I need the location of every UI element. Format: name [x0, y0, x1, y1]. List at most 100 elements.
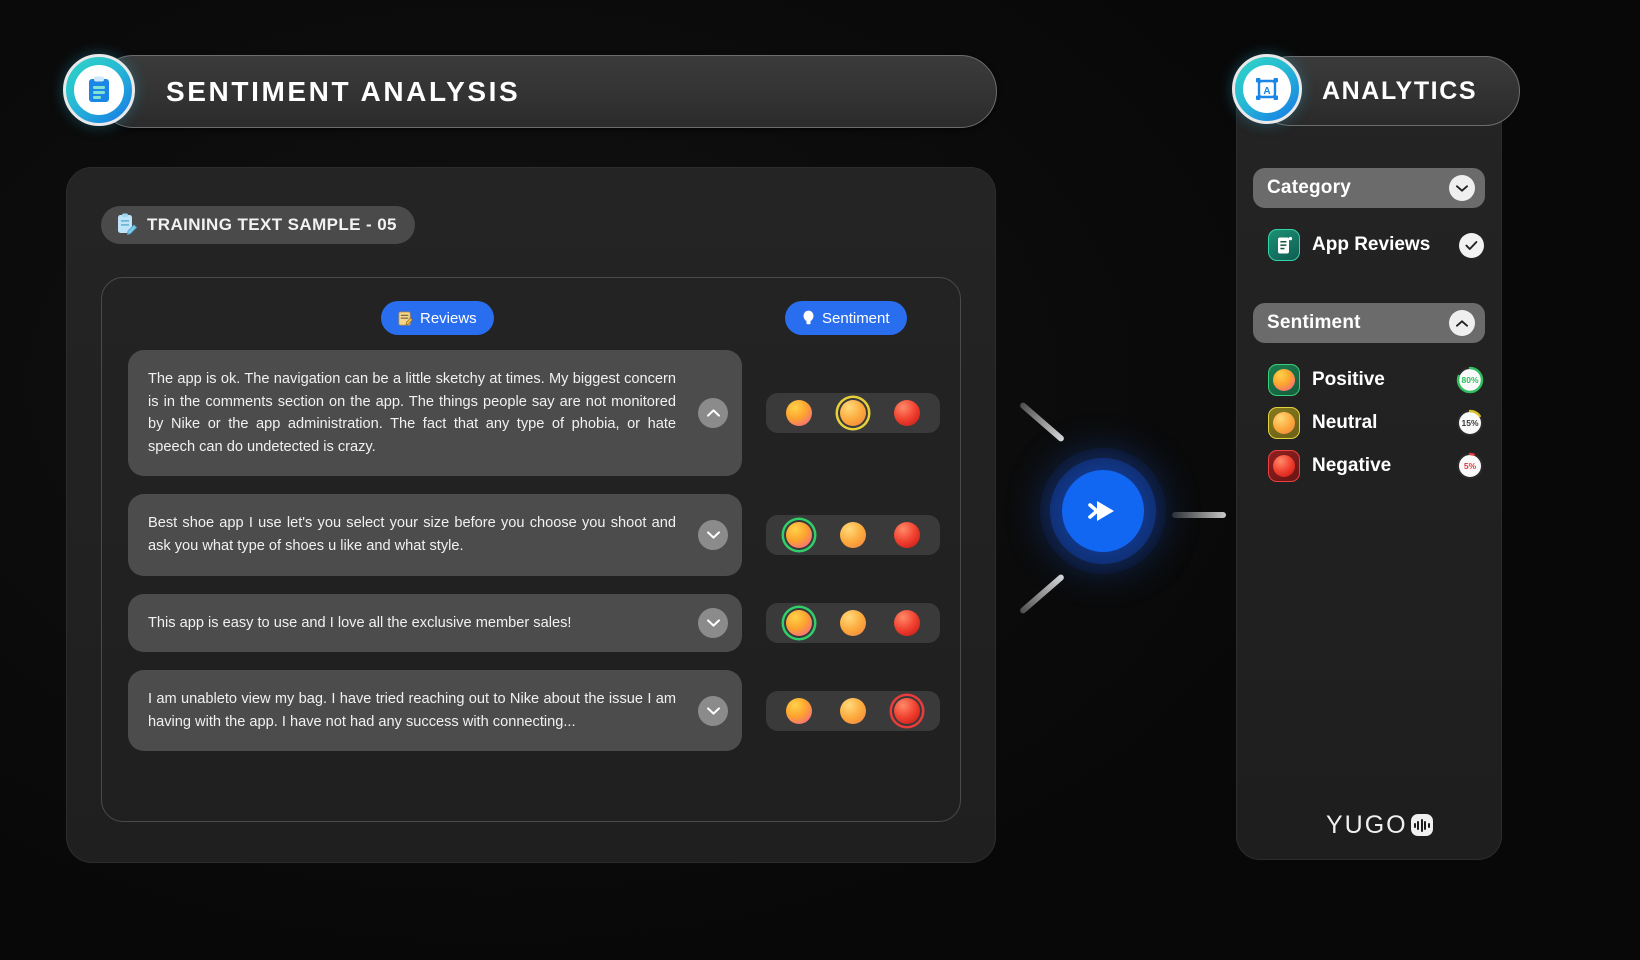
- document-edit-icon: [118, 213, 137, 236]
- section-header-sentiment[interactable]: Sentiment: [1253, 303, 1485, 343]
- sentiment-option-positive[interactable]: [784, 398, 814, 428]
- negative-percent-ring: 5%: [1456, 452, 1484, 480]
- angry-face-icon: [894, 609, 920, 636]
- tab-reviews-label: Reviews: [420, 309, 477, 327]
- sentiment-item-positive[interactable]: Positive 80%: [1268, 363, 1484, 397]
- sentiment-analysis-header: SENTIMENT ANALYSIS: [97, 55, 997, 128]
- grinning-face-glyph: [1273, 369, 1295, 391]
- angry-face-icon: [894, 400, 920, 427]
- neutral-face-icon: [840, 609, 866, 636]
- grinning-face-icon: [1268, 364, 1300, 396]
- neutral-face-icon: [840, 522, 866, 549]
- neutral-face-icon: [840, 400, 866, 427]
- neutral-percent-ring: 15%: [1456, 409, 1484, 437]
- sentiment-selector: [766, 515, 940, 556]
- tab-reviews[interactable]: Reviews: [381, 301, 494, 335]
- chevron-down-icon[interactable]: [698, 695, 728, 726]
- review-row: I am unableto view my bag. I have tried …: [128, 670, 940, 752]
- review-card[interactable]: Best shoe app I use let's you select you…: [128, 494, 742, 576]
- sentiment-item-label: Negative: [1312, 455, 1392, 476]
- clipboard-glyph: [89, 76, 109, 102]
- sentiment-selector: [766, 602, 940, 643]
- review-text: I am unableto view my bag. I have tried …: [148, 691, 676, 730]
- review-row: Best shoe app I use let's you select you…: [128, 494, 940, 576]
- review-text: This app is easy to use and I love all t…: [148, 614, 572, 631]
- section-header-category[interactable]: Category: [1253, 168, 1485, 208]
- double-chevron-play-icon[interactable]: [1062, 470, 1144, 552]
- connector-line-top: [1018, 401, 1066, 443]
- category-item-app-reviews[interactable]: App Reviews: [1268, 228, 1484, 262]
- section-title-sentiment: Sentiment: [1267, 312, 1361, 333]
- review-rows: The app is ok. The navigation can be a l…: [128, 350, 940, 769]
- sentiment-option-negative[interactable]: [892, 398, 922, 428]
- reviews-container: Reviews Sentiment The app is ok. The nav…: [101, 277, 961, 822]
- bulb-icon: [803, 310, 814, 325]
- positive-percent-ring: 80%: [1456, 366, 1484, 394]
- ai-frame-glyph: A: [1256, 78, 1278, 100]
- connector-line-bottom: [1018, 573, 1066, 615]
- check-icon[interactable]: [1459, 232, 1484, 258]
- sentiment-item-label: Neutral: [1312, 412, 1378, 433]
- review-text: The app is ok. The navigation can be a l…: [148, 371, 676, 455]
- review-text: Best shoe app I use let's you select you…: [148, 515, 676, 555]
- sentiment-option-positive[interactable]: [784, 608, 814, 638]
- svg-text:A: A: [1263, 86, 1270, 97]
- angry-face-icon: [894, 697, 920, 724]
- ai-frame-icon: A: [1232, 54, 1302, 124]
- angry-face-icon: [894, 522, 920, 549]
- training-sample-label: TRAINING TEXT SAMPLE - 05: [147, 215, 397, 234]
- page-title: SENTIMENT ANALYSIS: [166, 75, 521, 107]
- neutral-face-icon: [840, 697, 866, 724]
- sentiment-item-neutral[interactable]: Neutral 15%: [1268, 406, 1484, 440]
- reviews-doc-icon: [1268, 229, 1300, 261]
- chevron-down-icon[interactable]: [1449, 175, 1475, 201]
- sound-wave-icon: [1410, 814, 1433, 836]
- review-row: The app is ok. The navigation can be a l…: [128, 350, 940, 477]
- brand-logo: YUGO: [1326, 810, 1446, 840]
- grinning-face-icon: [786, 522, 812, 549]
- sentiment-option-negative[interactable]: [892, 520, 922, 550]
- sentiment-item-negative[interactable]: Negative 5%: [1268, 449, 1484, 483]
- sentiment-item-label: Positive: [1312, 369, 1385, 390]
- sentiment-option-positive[interactable]: [784, 696, 814, 726]
- sentiment-option-neutral[interactable]: [838, 608, 868, 638]
- category-item-label: App Reviews: [1312, 234, 1431, 255]
- section-title-category: Category: [1267, 177, 1351, 198]
- negative-percent-value: 5%: [1463, 461, 1477, 471]
- clipboard-icon: [63, 54, 135, 126]
- flow-connector: [1000, 395, 1260, 645]
- analytics-title: ANALYTICS: [1322, 76, 1478, 105]
- chevron-down-icon[interactable]: [698, 607, 728, 638]
- neutral-face-icon: [1268, 407, 1300, 439]
- neutral-face-glyph: [1273, 412, 1295, 434]
- grinning-face-icon: [786, 697, 812, 724]
- grinning-face-icon: [786, 609, 812, 636]
- chevron-up-icon[interactable]: [698, 398, 728, 429]
- sentiment-option-negative[interactable]: [892, 696, 922, 726]
- connector-line-right: [1172, 512, 1226, 518]
- review-row: This app is easy to use and I love all t…: [128, 593, 940, 653]
- memo-icon: [398, 311, 413, 325]
- neutral-percent-value: 15%: [1461, 418, 1479, 428]
- play-glyph: [1088, 501, 1114, 521]
- grinning-face-icon: [786, 400, 812, 427]
- sentiment-option-neutral[interactable]: [838, 398, 868, 428]
- sentiment-option-neutral[interactable]: [838, 696, 868, 726]
- sentiment-selector: [766, 393, 940, 434]
- review-card[interactable]: This app is easy to use and I love all t…: [128, 593, 742, 653]
- chevron-down-icon[interactable]: [698, 520, 728, 551]
- chevron-up-icon[interactable]: [1449, 310, 1475, 336]
- tab-sentiment-label: Sentiment: [822, 309, 890, 327]
- sentiment-option-positive[interactable]: [784, 520, 814, 550]
- sentiment-option-negative[interactable]: [892, 608, 922, 638]
- sentiment-option-neutral[interactable]: [838, 520, 868, 550]
- positive-percent-value: 80%: [1461, 375, 1479, 385]
- tab-sentiment[interactable]: Sentiment: [785, 301, 907, 335]
- app-root: SENTIMENT ANALYSIS TRAINING TEXT SAMPLE …: [0, 0, 1640, 960]
- review-card[interactable]: I am unableto view my bag. I have tried …: [128, 670, 742, 752]
- angry-face-glyph: [1273, 455, 1295, 477]
- training-sample-chip: TRAINING TEXT SAMPLE - 05: [101, 206, 415, 244]
- brand-name: YUGO: [1326, 810, 1408, 839]
- review-card[interactable]: The app is ok. The navigation can be a l…: [128, 350, 742, 477]
- sentiment-analysis-panel: TRAINING TEXT SAMPLE - 05 Reviews Sentim…: [66, 167, 996, 863]
